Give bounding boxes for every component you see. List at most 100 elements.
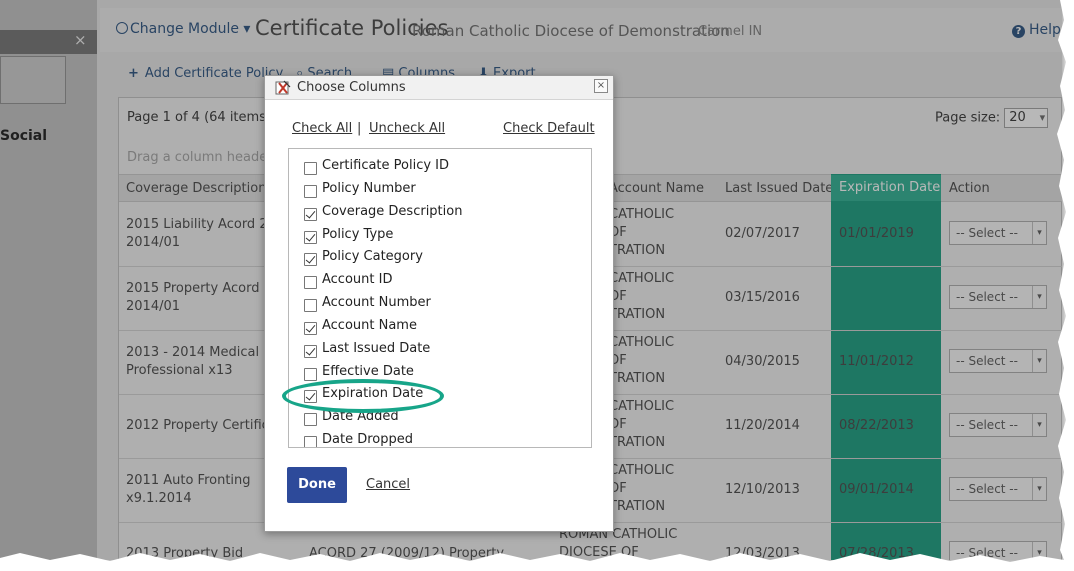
row-action-label: -- Select --	[956, 546, 1018, 560]
row-account-name: CATHOLIC	[609, 271, 675, 286]
link-separator: |	[357, 121, 362, 136]
row-account-name: CATHOLIC	[609, 463, 675, 478]
expiration-date-callout-ellipse	[282, 379, 444, 413]
row-action-label: -- Select --	[956, 482, 1018, 496]
pager-summary: Page 1 of 4 (64 items)	[127, 110, 272, 125]
row-action-select[interactable]: -- Select -- ▾	[949, 285, 1047, 309]
change-module-menu[interactable]: Change Module ▾	[116, 21, 250, 37]
row-expiration: 07/28/2013	[839, 546, 914, 560]
chevron-down-icon: ▾	[1032, 542, 1046, 560]
row-description: 2013 - 2014 Medical	[126, 345, 260, 360]
dialog-title: Choose Columns	[297, 80, 406, 95]
row-policy-type: Property	[449, 546, 505, 560]
checkbox[interactable]	[304, 299, 317, 312]
page-size-select[interactable]: 20	[1004, 108, 1049, 128]
columns-dialog-icon	[275, 80, 291, 95]
row-expiration: 09/01/2014	[839, 482, 914, 497]
checkbox[interactable]	[304, 162, 317, 175]
row-description-line2: 2014/01	[126, 299, 181, 314]
checkbox-checked[interactable]	[304, 231, 317, 244]
checkbox-checked[interactable]	[304, 253, 317, 266]
row-action-select[interactable]: -- Select -- ▾	[949, 477, 1047, 501]
checkbox[interactable]	[304, 276, 317, 289]
row-description-line2: x9.1.2014	[126, 491, 192, 506]
row-last-issued: 03/15/2016	[725, 290, 800, 305]
row-description-line2: 2014/01	[126, 235, 181, 250]
help-link[interactable]: ? Help	[1012, 22, 1061, 38]
row-last-issued: 12/10/2013	[725, 482, 800, 497]
left-panel-social-label: Social	[0, 128, 48, 144]
row-account-name: TRATION	[609, 243, 666, 258]
left-panel: × Social	[0, 0, 97, 560]
chevron-down-icon: ▾	[1032, 414, 1046, 436]
row-action-label: -- Select --	[956, 290, 1018, 304]
row-expiration: 08/22/2013	[839, 418, 914, 433]
help-icon: ?	[1012, 25, 1025, 38]
organization-city: Carmel IN	[698, 24, 763, 39]
plus-icon: +	[128, 66, 139, 81]
organization-name: Roman Catholic Diocese of Demonstration	[412, 22, 730, 40]
row-account-name: CATHOLIC	[609, 335, 675, 350]
row-description-line2: Professional x13	[126, 363, 233, 378]
add-certificate-policy-button[interactable]: + Add Certificate Policy	[128, 66, 283, 81]
check-default-link[interactable]: Check Default	[503, 121, 595, 136]
module-icon	[116, 22, 128, 34]
row-description: 2013 Property Bid	[126, 546, 244, 560]
checkbox-checked[interactable]	[304, 322, 317, 335]
page-size-label: Page size:	[935, 110, 1001, 126]
checkbox[interactable]	[304, 185, 317, 198]
chevron-down-icon: ▾	[1032, 478, 1046, 500]
row-account-name: TRATION	[609, 435, 666, 450]
row-action-label: -- Select --	[956, 418, 1018, 432]
column-header-action: Action	[949, 181, 990, 196]
row-action-select[interactable]: -- Select -- ▾	[949, 541, 1047, 560]
column-header-coverage-description[interactable]: Coverage Description	[126, 181, 266, 196]
row-account-name: CATHOLIC	[609, 207, 675, 222]
uncheck-all-link[interactable]: Uncheck All	[369, 121, 445, 136]
row-account-name: CATHOLIC	[609, 399, 675, 414]
checkbox[interactable]	[304, 368, 317, 381]
add-label: Add Certificate Policy	[144, 66, 284, 81]
row-account-name: TRATION	[609, 307, 666, 322]
column-header-expiration-date[interactable]: Expiration Date	[839, 180, 940, 195]
row-description: 2015 Property Acord 28	[126, 281, 281, 296]
row-form: ACORD 27 (2009/12)	[309, 546, 445, 560]
choose-columns-dialog: Choose Columns × Check All | Uncheck All…	[264, 75, 614, 532]
checkbox-checked[interactable]	[304, 345, 317, 358]
chevron-down-icon: ▾	[1032, 286, 1046, 308]
cancel-link[interactable]: Cancel	[366, 477, 410, 492]
column-header-last-issued-date[interactable]: Last Issued Date	[725, 181, 833, 196]
row-action-label: -- Select --	[956, 354, 1018, 368]
page-header: Change Module ▾ Certificate Policies Rom…	[100, 8, 1062, 52]
chevron-down-icon: ▾	[1032, 222, 1046, 244]
row-account-name: DIOCESE OF	[559, 545, 639, 560]
row-action-label: -- Select --	[956, 226, 1018, 240]
chevron-down-icon: ▾	[243, 21, 251, 37]
checkbox-checked[interactable]	[304, 208, 317, 221]
checkbox[interactable]	[304, 413, 317, 426]
row-action-select[interactable]: -- Select -- ▾	[949, 413, 1047, 437]
row-description: 2011 Auto Fronting	[126, 473, 251, 488]
row-last-issued: 11/20/2014	[725, 418, 800, 433]
row-last-issued: 04/30/2015	[725, 354, 800, 369]
dialog-titlebar: Choose Columns ×	[265, 76, 613, 100]
row-account-name: TRATION	[609, 499, 666, 514]
page-size-control: Page size: 20	[935, 108, 1049, 128]
close-icon[interactable]: ×	[594, 79, 608, 93]
left-panel-close-icon[interactable]: ×	[74, 31, 87, 49]
row-action-select[interactable]: -- Select -- ▾	[949, 349, 1047, 373]
row-expiration: 01/01/2019	[839, 226, 914, 241]
row-expiration: 11/01/2012	[839, 354, 914, 369]
column-header-account-name[interactable]: Account Name	[609, 181, 704, 196]
help-label: Help	[1029, 22, 1061, 38]
row-last-issued: 02/07/2017	[725, 226, 800, 241]
change-module-label: Change Module	[130, 21, 239, 37]
row-description: 2015 Liability Acord 25	[126, 217, 276, 232]
chevron-down-icon: ▾	[1032, 350, 1046, 372]
row-account-name: TRATION	[609, 371, 666, 386]
left-panel-box	[0, 56, 66, 104]
checkbox[interactable]	[304, 436, 317, 447]
done-button[interactable]: Done	[287, 467, 347, 503]
check-all-link[interactable]: Check All	[292, 121, 352, 136]
row-action-select[interactable]: -- Select -- ▾	[949, 221, 1047, 245]
